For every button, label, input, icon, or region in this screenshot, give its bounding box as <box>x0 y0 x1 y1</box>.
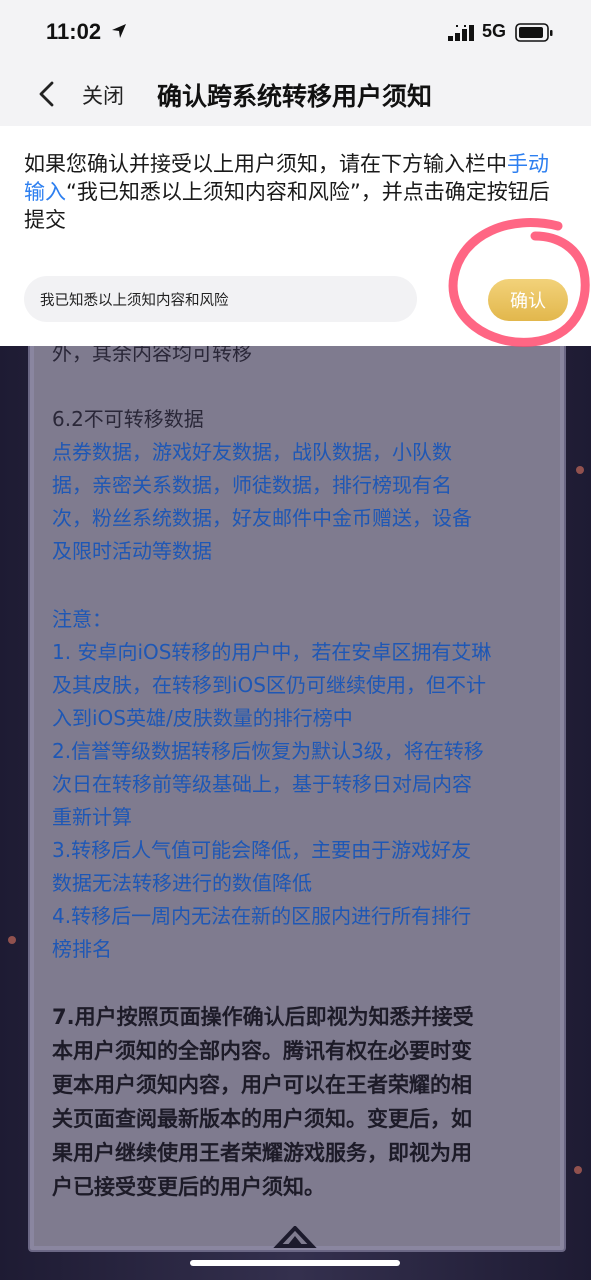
instruction-after: “我已知悉以上须知内容和风险”，并点击确定按钮后提交 <box>24 180 550 232</box>
nav-bar: 关闭 确认跨系统转移用户须知 <box>0 62 591 126</box>
notice-3: 3.转移后人气值可能会降低，主要由于游戏好友 数据无法转移进行的数值降低 <box>52 834 542 900</box>
confirm-button[interactable]: 确认 <box>488 279 568 321</box>
notice-line: 次日在转移前等级基础上，基于转移日对局内容 <box>52 772 472 796</box>
chevron-left-icon[interactable] <box>36 80 56 108</box>
signal-icon <box>448 25 474 41</box>
confirm-phrase-input[interactable] <box>24 276 417 322</box>
clause-line: 更本用户须知内容，用户可以在王者荣耀的相 <box>52 1073 472 1097</box>
status-time: 11:02 <box>46 19 102 44</box>
section-6-2-body: 点券数据，游戏好友数据，战队数据，小队数 据，亲密关系数据，师徒数据，排行榜现有… <box>52 436 542 568</box>
notice-title: 注意： <box>52 607 112 631</box>
notice-4: 4.转移后一周内无法在新的区服内进行所有排行 榜排名 <box>52 900 542 966</box>
notice-line: 2.信誉等级数据转移后恢复为默认3级，将在转移 <box>52 739 484 763</box>
notice-line: 3.转移后人气值可能会降低，主要由于游戏好友 <box>52 838 472 862</box>
close-button[interactable]: 关闭 <box>82 80 124 110</box>
section-line: 及限时活动等数据 <box>52 539 212 563</box>
clause-line: 关页面查阅最新版本的用户须知。变更后，如 <box>52 1107 472 1131</box>
clause-line: 7.用户按照页面操作确认后即视为知悉并接受 <box>52 1005 474 1029</box>
section-6-2-title: 6.2不可转移数据 <box>52 407 204 431</box>
section-line: 次，粉丝系统数据，好友邮件中金币赠送，设备 <box>52 506 472 530</box>
notice-line: 入到iOS英雄/皮肤数量的排行榜中 <box>52 706 353 730</box>
decorative-spark <box>574 1166 582 1174</box>
frame-ornament-icon <box>273 1226 317 1248</box>
notice-list: 1. 安卓向iOS转移的用户中，若在安卓区拥有艾琳 及其皮肤，在转移到iOS区仍… <box>52 636 542 966</box>
notice-line: 榜排名 <box>52 937 112 961</box>
notice-line: 数据无法转移进行的数值降低 <box>52 871 312 895</box>
notice-line: 重新计算 <box>52 805 132 829</box>
instruction-before: 如果您确认并接受以上用户须知，请在下方输入栏中 <box>24 152 507 176</box>
page-title: 确认跨系统转移用户须知 <box>157 82 433 111</box>
section-line: 据，亲密关系数据，师徒数据，排行榜现有名 <box>52 473 452 497</box>
clause-line: 户已接受变更后的用户须知。 <box>52 1175 325 1199</box>
notice-line: 4.转移后一周内无法在新的区服内进行所有排行 <box>52 904 472 928</box>
status-bar: 11:02 5G <box>0 0 591 62</box>
clause-line: 本用户须知的全部内容。腾讯有权在必要时变 <box>52 1039 472 1063</box>
section-line: 点券数据，游戏好友数据，战队数据，小队数 <box>52 440 452 464</box>
decorative-spark <box>8 936 16 944</box>
notice-line: 1. 安卓向iOS转移的用户中，若在安卓区拥有艾琳 <box>52 640 492 664</box>
confirm-panel: 如果您确认并接受以上用户须知，请在下方输入栏中手动输入“我已知悉以上须知内容和风… <box>0 126 591 346</box>
network-label: 5G <box>482 21 507 41</box>
battery-icon <box>515 23 553 42</box>
home-indicator[interactable] <box>190 1260 400 1266</box>
notice-1: 1. 安卓向iOS转移的用户中，若在安卓区拥有艾琳 及其皮肤，在转移到iOS区仍… <box>52 636 542 735</box>
location-arrow-icon <box>112 24 126 38</box>
clause-7: 7.用户按照页面操作确认后即视为知悉并接受 本用户须知的全部内容。腾讯有权在必要… <box>52 1000 542 1204</box>
decorative-spark <box>576 466 584 474</box>
instruction-text: 如果您确认并接受以上用户须知，请在下方输入栏中手动输入“我已知悉以上须知内容和风… <box>24 150 569 234</box>
clause-line: 果用户继续使用王者荣耀游戏服务，即视为用 <box>52 1141 472 1165</box>
notice-line: 及其皮肤，在转移到iOS区仍可继续使用，但不计 <box>52 673 486 697</box>
notice-2: 2.信誉等级数据转移后恢复为默认3级，将在转移 次日在转移前等级基础上，基于转移… <box>52 735 542 834</box>
